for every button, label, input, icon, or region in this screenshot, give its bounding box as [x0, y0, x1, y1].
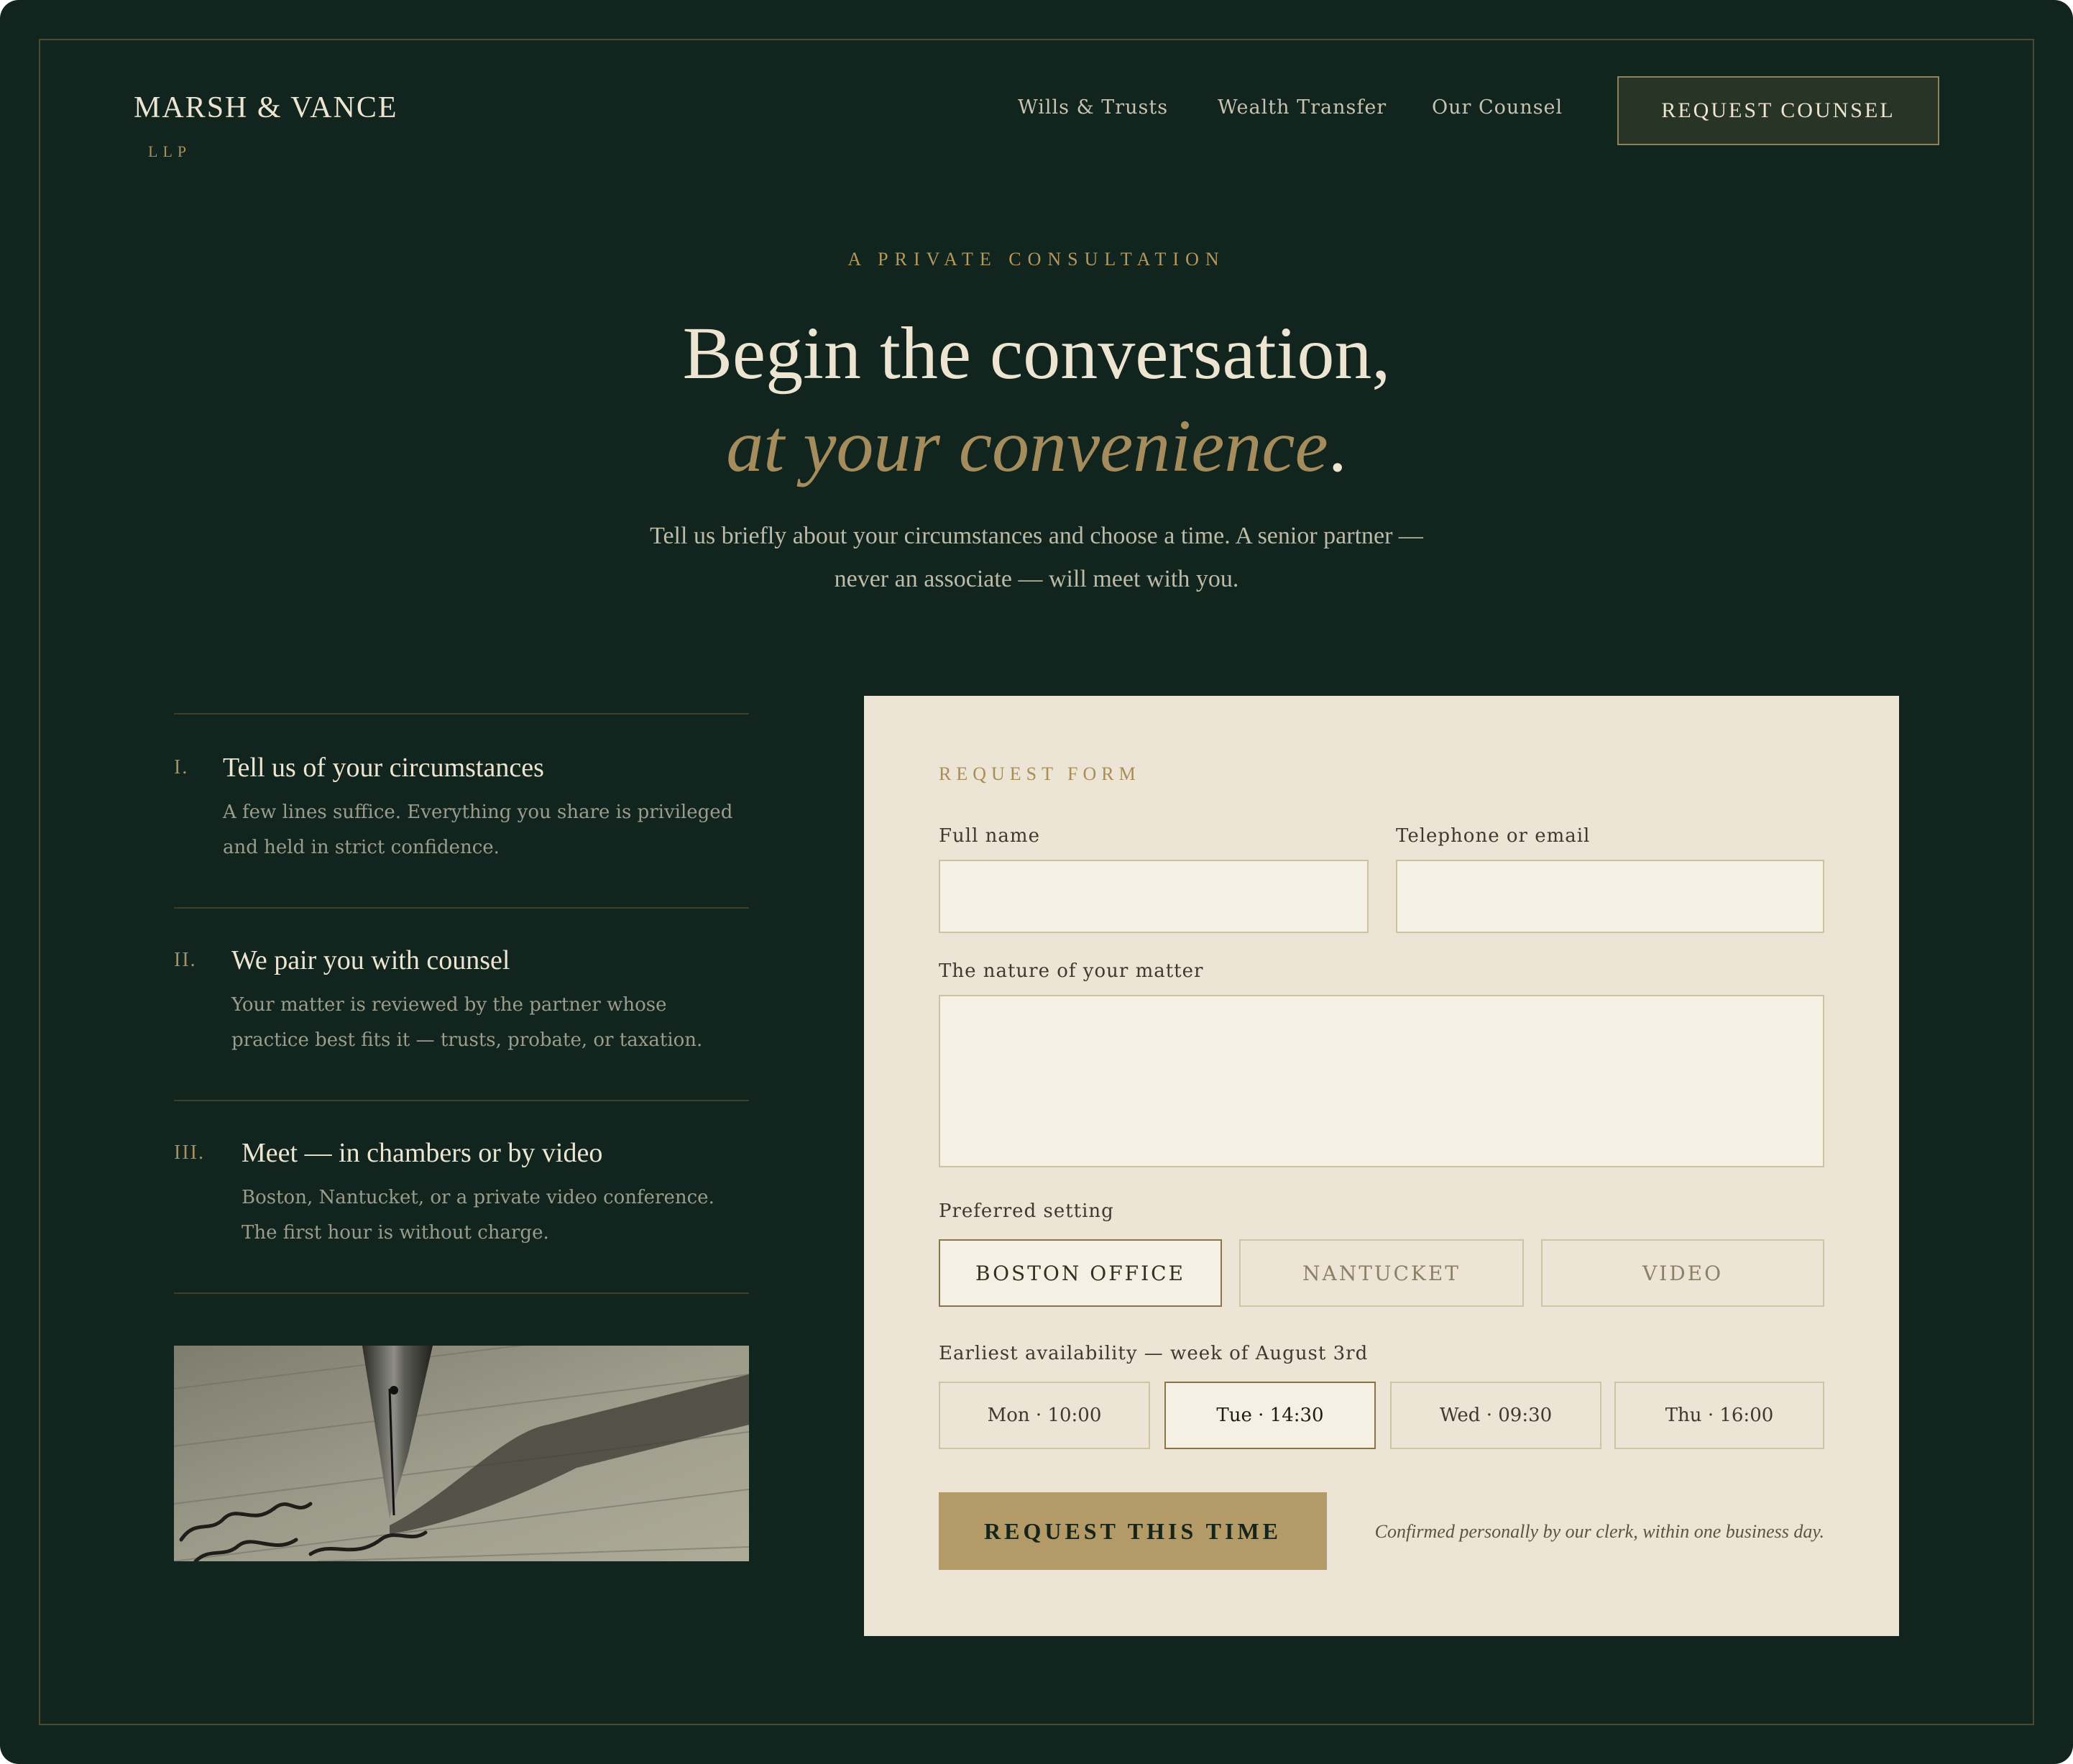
hero-title-line2: at your convenience. [0, 400, 2073, 493]
setting-option-nantucket[interactable]: NANTUCKET [1239, 1239, 1524, 1307]
request-form: REQUEST FORM Full name Telephone or emai… [864, 696, 1899, 1636]
full-name-field[interactable] [939, 860, 1369, 933]
full-name-label: Full name [939, 825, 1040, 847]
nav-link-wealth-transfer[interactable]: Wealth Transfer [1218, 96, 1387, 119]
time-slot-wed[interactable]: Wed · 09:30 [1390, 1382, 1601, 1449]
setting-option-boston-office[interactable]: BOSTON OFFICE [939, 1239, 1222, 1307]
brand-suffix: LLP [148, 142, 192, 160]
divider [174, 907, 749, 909]
step-description: Your matter is reviewed by the partner w… [231, 994, 703, 1051]
fountain-pen-photo [174, 1346, 749, 1561]
step-title: Meet — in chambers or by video [242, 1138, 603, 1168]
setting-label: Preferred setting [939, 1200, 1114, 1222]
form-eyebrow: REQUEST FORM [939, 763, 1141, 784]
brand-logo[interactable]: MARSH & VANCE LLP [134, 91, 398, 160]
contact-label: Telephone or email [1396, 825, 1591, 847]
divider [174, 1292, 749, 1294]
step-description: A few lines suffice. Everything you shar… [223, 801, 733, 858]
confirmation-note: Confirmed personally by our clerk, withi… [1374, 1521, 1824, 1542]
nav-link-wills-trusts[interactable]: Wills & Trusts [1018, 96, 1168, 119]
contact-field[interactable] [1396, 860, 1824, 933]
hero-title-period: . [1328, 405, 1347, 487]
setting-option-video[interactable]: VIDEO [1541, 1239, 1824, 1307]
step-number: II. [174, 949, 197, 971]
availability-label: Earliest availability — week of August 3… [939, 1343, 1369, 1364]
page: MARSH & VANCE LLP Wills & Trusts Wealth … [0, 0, 2073, 1764]
matter-textarea[interactable] [939, 995, 1824, 1167]
step-title: Tell us of your circumstances [223, 753, 544, 783]
hero-title-accent: at your convenience [726, 405, 1328, 487]
time-slot-thu[interactable]: Thu · 16:00 [1614, 1382, 1824, 1449]
divider [174, 1100, 749, 1101]
step-number: III. [174, 1141, 205, 1164]
hero-lede: Tell us briefly about your circumstances… [650, 523, 1423, 592]
request-counsel-button[interactable]: REQUEST COUNSEL [1617, 76, 1939, 145]
step-description: Boston, Nantucket, or a private video co… [242, 1187, 714, 1244]
matter-label: The nature of your matter [939, 960, 1204, 982]
step-title: We pair you with counsel [231, 945, 510, 975]
request-this-time-button[interactable]: REQUEST THIS TIME [939, 1492, 1327, 1570]
divider [174, 713, 749, 715]
step-number: I. [174, 756, 189, 778]
time-slot-tue[interactable]: Tue · 14:30 [1164, 1382, 1376, 1449]
nav-link-our-counsel[interactable]: Our Counsel [1432, 96, 1563, 119]
time-slot-mon[interactable]: Mon · 10:00 [939, 1382, 1150, 1449]
hero-title-line1: Begin the conversation, [682, 312, 1391, 395]
brand-name: MARSH & VANCE [134, 91, 398, 124]
hero-eyebrow: A PRIVATE CONSULTATION [847, 249, 1226, 270]
